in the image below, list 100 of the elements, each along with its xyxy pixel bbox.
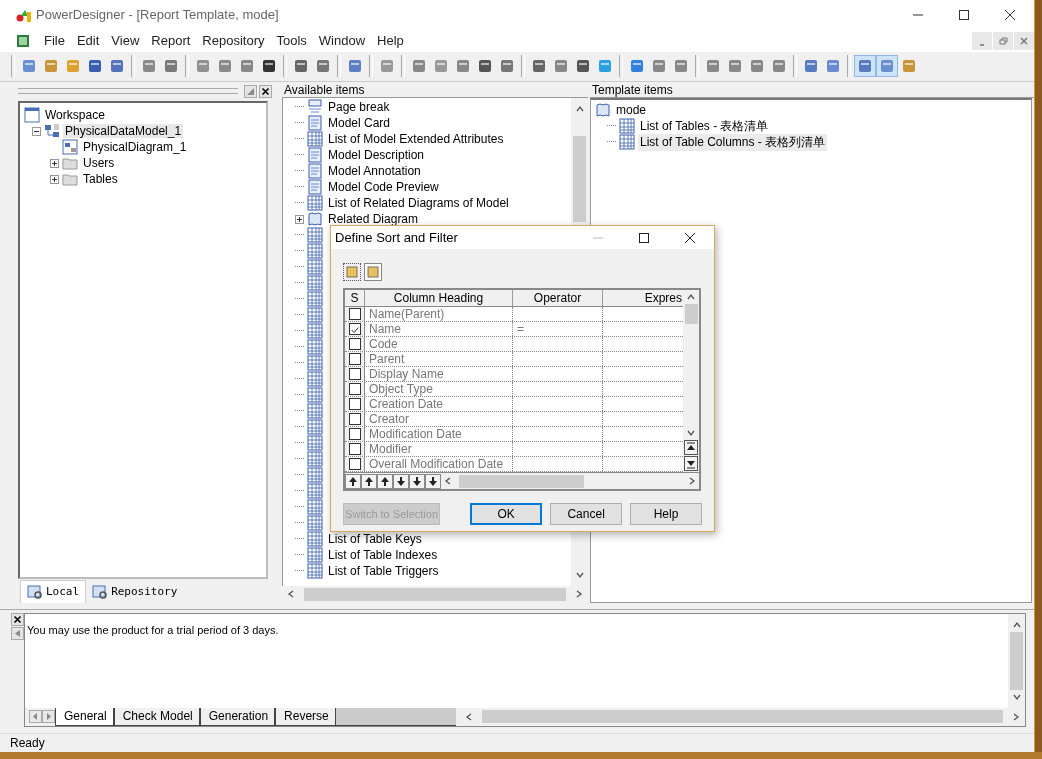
status-text: Ready: [10, 736, 45, 750]
tree-item[interactable]: List of Tables - 表格清单: [638, 117, 771, 135]
panel-tab[interactable]: Repository: [86, 580, 184, 603]
checkbox[interactable]: [348, 308, 361, 320]
checkbox[interactable]: [348, 368, 361, 380]
grid-icon: [307, 323, 323, 340]
expander-icon[interactable]: [50, 158, 59, 168]
table-cell: Name(Parent): [365, 307, 513, 321]
checkbox[interactable]: [348, 458, 361, 470]
menu-item[interactable]: Report: [145, 33, 197, 49]
scroll-button[interactable]: [684, 456, 698, 471]
tree-item[interactable]: Users: [81, 156, 117, 171]
dialog-button[interactable]: OK: [470, 503, 543, 525]
grid-icon: [307, 195, 323, 212]
tree-item[interactable]: List of Table Columns - 表格列清单: [638, 133, 828, 151]
checkbox[interactable]: [348, 443, 361, 455]
document-icon: [307, 147, 323, 164]
close-icon[interactable]: [684, 231, 696, 244]
checkbox[interactable]: [348, 413, 361, 425]
column-header: Expres: [643, 290, 683, 306]
restore-icon[interactable]: [993, 31, 1013, 50]
move-row-button[interactable]: [361, 473, 377, 489]
output-tab[interactable]: Check Model: [113, 708, 200, 726]
menu-item[interactable]: File: [38, 33, 71, 49]
checkbox[interactable]: [348, 383, 361, 395]
checkbox[interactable]: [348, 338, 361, 350]
move-row-button[interactable]: [345, 473, 361, 489]
menu-item[interactable]: Tools: [270, 33, 313, 49]
grid-icon: [307, 547, 323, 564]
grid-icon: [307, 227, 323, 244]
panel-tab[interactable]: Local: [20, 579, 87, 603]
tree-item[interactable]: PhysicalDataModel_1: [63, 124, 184, 139]
close-button[interactable]: [259, 84, 272, 98]
output-tab[interactable]: Generation: [199, 708, 276, 726]
maximize-icon[interactable]: [958, 8, 970, 21]
menu-item[interactable]: Help: [371, 33, 410, 49]
close-button[interactable]: [11, 612, 24, 626]
list-item[interactable]: List of Model Extended Attributes: [326, 132, 504, 147]
output-tab[interactable]: Reverse: [275, 708, 336, 726]
diagram-icon: [62, 139, 78, 156]
scroll-thumb[interactable]: [684, 304, 698, 324]
tree-item[interactable]: Tables: [81, 172, 120, 187]
scroll-right-button[interactable]: [42, 710, 55, 724]
menu-item[interactable]: Window: [312, 33, 372, 49]
table-cell: Name: [365, 322, 513, 336]
scroll-thumb[interactable]: [481, 710, 1003, 724]
grid-icon: [307, 483, 323, 500]
scroll-thumb[interactable]: [304, 587, 566, 601]
list-item[interactable]: Model Description: [326, 148, 425, 163]
document-icon: [307, 179, 323, 196]
list-item[interactable]: List of Related Diagrams of Model: [326, 196, 509, 211]
scroll-thumb[interactable]: [1010, 631, 1023, 690]
scroll-left-button[interactable]: [29, 710, 42, 724]
expander-icon[interactable]: [50, 174, 59, 184]
scrollbar[interactable]: [1008, 613, 1025, 708]
expander-icon[interactable]: [295, 214, 304, 224]
folder-icon: [62, 171, 78, 188]
tree-item[interactable]: PhysicalDiagram_1: [81, 140, 189, 155]
move-row-button[interactable]: [393, 473, 409, 489]
checkbox[interactable]: [348, 323, 361, 335]
output-tab[interactable]: General: [55, 708, 114, 726]
grid-icon: [307, 131, 323, 148]
expander-icon[interactable]: [32, 126, 41, 136]
dialog-button[interactable]: Cancel: [550, 503, 623, 525]
dialog-title: Define Sort and Filter: [335, 230, 458, 245]
tree-item[interactable]: Workspace: [43, 108, 107, 123]
checkbox[interactable]: [348, 398, 361, 410]
output-message: You may use the product for a trial period of 3 days.: [26, 622, 280, 638]
scroll-thumb[interactable]: [573, 136, 586, 223]
menu-item[interactable]: Edit: [70, 33, 106, 49]
dialog-button[interactable]: Help: [630, 503, 702, 525]
list-item[interactable]: Page break: [326, 100, 390, 115]
scroll-button[interactable]: [684, 440, 698, 455]
maximize-icon[interactable]: [638, 231, 650, 244]
move-row-button[interactable]: [409, 473, 425, 489]
move-row-button[interactable]: [425, 473, 441, 489]
magnifier-icon: [92, 583, 109, 600]
scrollbar[interactable]: [683, 290, 699, 472]
menu-item[interactable]: Repository: [196, 33, 271, 49]
grid-icon: [307, 307, 323, 324]
list-item[interactable]: Related Diagram: [326, 212, 419, 227]
close-icon[interactable]: [1004, 8, 1016, 21]
folder-icon: [62, 155, 78, 172]
tree-item[interactable]: mode: [614, 103, 649, 118]
table-cell: Code: [365, 337, 513, 351]
table-cell: =: [517, 322, 524, 336]
checkbox[interactable]: [348, 428, 361, 440]
list-item[interactable]: Model Annotation: [326, 164, 421, 179]
list-item[interactable]: List of Table Keys: [326, 532, 422, 547]
list-item[interactable]: List of Table Indexes: [326, 548, 438, 563]
checkbox[interactable]: [348, 353, 361, 365]
table-cell: Display Name: [365, 367, 513, 381]
list-item[interactable]: Model Card: [326, 116, 391, 131]
list-item[interactable]: Model Code Preview: [326, 180, 439, 195]
scroll-thumb[interactable]: [459, 474, 584, 488]
table-cell: Parent: [365, 352, 513, 366]
move-row-button[interactable]: [377, 473, 393, 489]
list-item[interactable]: List of Table Triggers: [326, 564, 439, 579]
grid-icon: [307, 435, 323, 452]
menu-item[interactable]: View: [105, 33, 146, 49]
